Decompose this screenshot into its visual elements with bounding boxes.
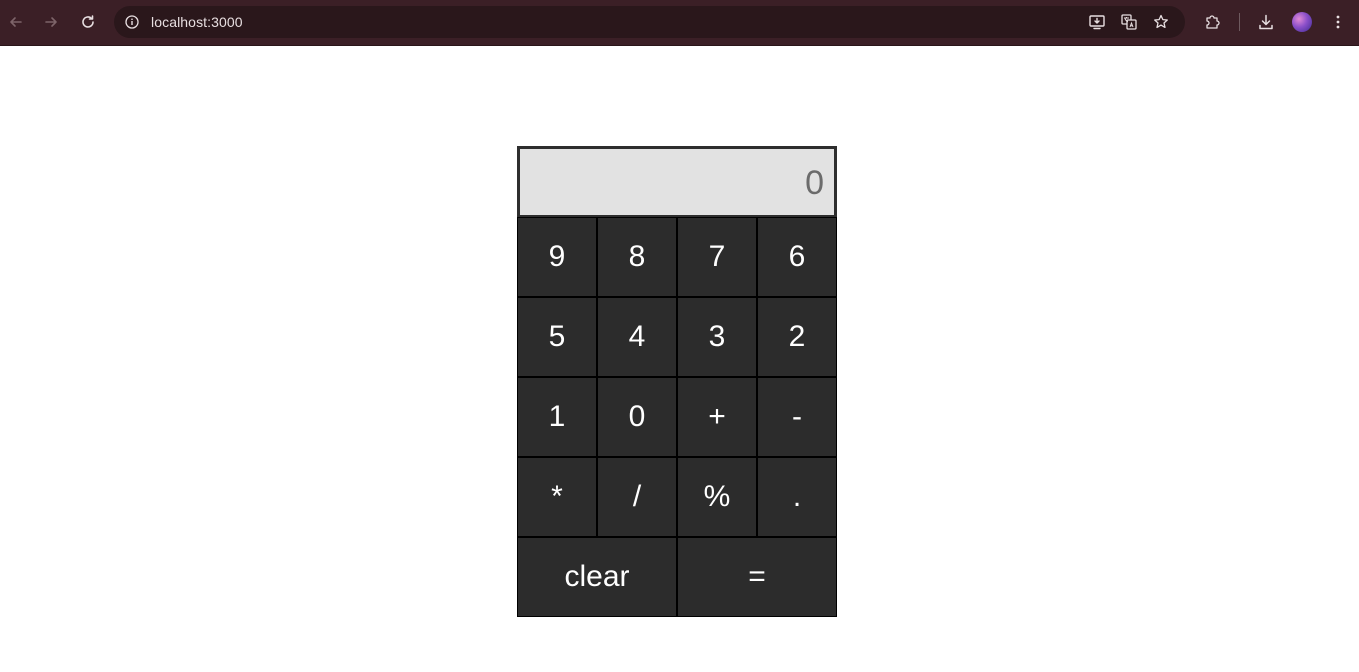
- key-plus[interactable]: +: [677, 377, 757, 457]
- install-app-icon: [1089, 15, 1105, 30]
- star-icon: [1154, 14, 1168, 29]
- clear-button[interactable]: clear: [517, 537, 677, 617]
- key-5[interactable]: 5: [517, 297, 597, 377]
- key-divide[interactable]: /: [597, 457, 677, 537]
- calculator-display: 0: [517, 146, 837, 217]
- key-6[interactable]: 6: [757, 217, 837, 297]
- equals-button[interactable]: =: [677, 537, 837, 617]
- key-9[interactable]: 9: [517, 217, 597, 297]
- puzzle-icon: [1206, 15, 1220, 29]
- more-vertical-icon: [1336, 15, 1340, 29]
- extensions-button[interactable]: [1198, 8, 1226, 36]
- url-text[interactable]: localhost:3000: [151, 14, 243, 30]
- address-bar[interactable]: localhost:3000: [114, 6, 1185, 38]
- keypad: 9 8 7 6 5 4 3 2 1 0 + - * / % . clear =: [517, 217, 837, 617]
- downloads-button[interactable]: [1252, 8, 1280, 36]
- translate-button[interactable]: [1117, 10, 1141, 34]
- translate-icon: [1121, 14, 1137, 30]
- site-info-button[interactable]: [122, 12, 142, 32]
- reload-icon: [82, 15, 94, 28]
- key-percent[interactable]: %: [677, 457, 757, 537]
- calculator: 0 9 8 7 6 5 4 3 2 1 0 + - * / % . clear …: [517, 146, 837, 617]
- key-7[interactable]: 7: [677, 217, 757, 297]
- key-decimal[interactable]: .: [757, 457, 837, 537]
- bookmark-button[interactable]: [1149, 10, 1173, 34]
- menu-button[interactable]: [1324, 8, 1352, 36]
- toolbar-divider: [1239, 13, 1240, 31]
- key-1[interactable]: 1: [517, 377, 597, 457]
- arrow-right-icon: [45, 17, 57, 27]
- install-app-button[interactable]: [1085, 10, 1109, 34]
- reload-button[interactable]: [74, 8, 102, 36]
- key-4[interactable]: 4: [597, 297, 677, 377]
- key-minus[interactable]: -: [757, 377, 837, 457]
- download-icon: [1259, 14, 1273, 30]
- key-2[interactable]: 2: [757, 297, 837, 377]
- avatar[interactable]: [1292, 12, 1312, 32]
- key-0[interactable]: 0: [597, 377, 677, 457]
- info-icon: [125, 15, 139, 29]
- key-3[interactable]: 3: [677, 297, 757, 377]
- forward-button[interactable]: [37, 8, 65, 36]
- key-8[interactable]: 8: [597, 217, 677, 297]
- key-multiply[interactable]: *: [517, 457, 597, 537]
- arrow-left-icon: [10, 17, 22, 27]
- browser-toolbar: localhost:3000: [0, 0, 1359, 46]
- back-button[interactable]: [2, 8, 30, 36]
